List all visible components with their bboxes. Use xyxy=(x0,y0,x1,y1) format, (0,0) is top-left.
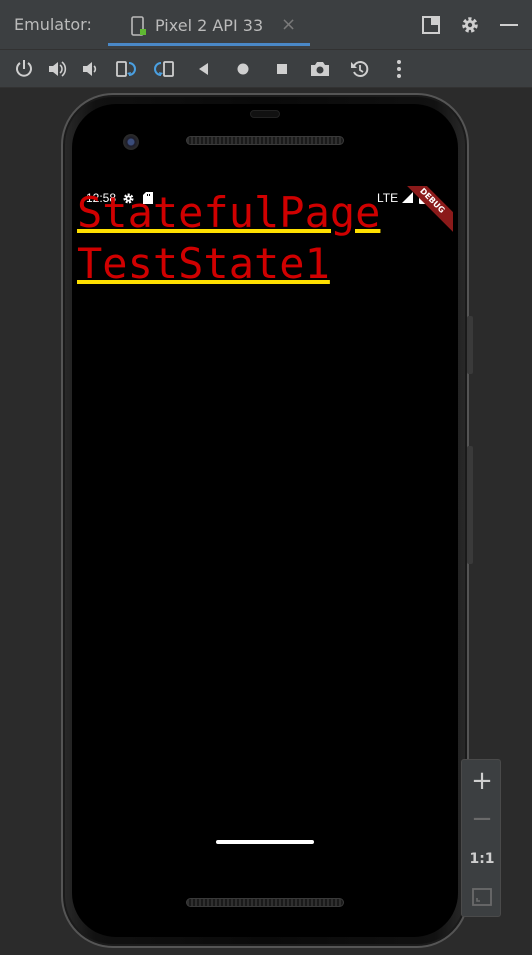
gesture-home-bar[interactable] xyxy=(216,840,314,844)
device-power-button[interactable] xyxy=(467,316,473,374)
rotate-left-icon[interactable] xyxy=(113,57,137,81)
device-volume-button[interactable] xyxy=(467,446,473,564)
device-tab-label: Pixel 2 API 33 xyxy=(155,16,264,35)
emulator-label: Emulator: xyxy=(14,15,92,34)
device-screen[interactable]: 12:58 LTE DEBUG StatefulPage TestState1 xyxy=(77,186,453,852)
signal-icon xyxy=(402,192,413,203)
bottom-speaker-grille xyxy=(186,898,344,907)
close-tab-icon[interactable]: × xyxy=(281,14,296,35)
emulator-toolbar xyxy=(0,50,532,88)
volume-down-icon[interactable] xyxy=(78,57,102,81)
zoom-controls: + − 1:1 xyxy=(461,759,501,917)
top-speaker-grille xyxy=(186,136,344,145)
zoom-out-button[interactable]: − xyxy=(462,800,502,838)
zoom-fit-button[interactable] xyxy=(462,878,502,916)
front-camera-icon xyxy=(123,134,139,150)
phone-device-icon xyxy=(131,16,146,36)
overview-icon[interactable] xyxy=(270,57,294,81)
volume-up-icon[interactable] xyxy=(45,57,69,81)
rotate-right-icon[interactable] xyxy=(153,57,177,81)
back-icon[interactable] xyxy=(192,57,216,81)
settings-gear-icon[interactable] xyxy=(459,14,481,36)
window-layout-icon[interactable] xyxy=(420,14,442,36)
snapshot-icon[interactable] xyxy=(348,57,372,81)
test-state-text: TestState1 xyxy=(77,239,330,288)
zoom-in-button[interactable]: + xyxy=(462,762,502,800)
camera-icon[interactable] xyxy=(308,57,332,81)
minimize-icon[interactable] xyxy=(498,14,520,36)
emulator-title-bar: Emulator: Pixel 2 API 33 × xyxy=(0,0,532,50)
power-icon[interactable] xyxy=(12,57,36,81)
device-tab[interactable]: Pixel 2 API 33 × xyxy=(108,10,310,46)
zoom-one-to-one-button[interactable]: 1:1 xyxy=(462,840,502,878)
earpiece xyxy=(250,110,280,118)
more-icon[interactable] xyxy=(387,57,411,81)
stateful-page-text: StatefulPage xyxy=(77,188,381,237)
fit-screen-icon xyxy=(472,888,492,906)
home-icon[interactable] xyxy=(231,57,255,81)
